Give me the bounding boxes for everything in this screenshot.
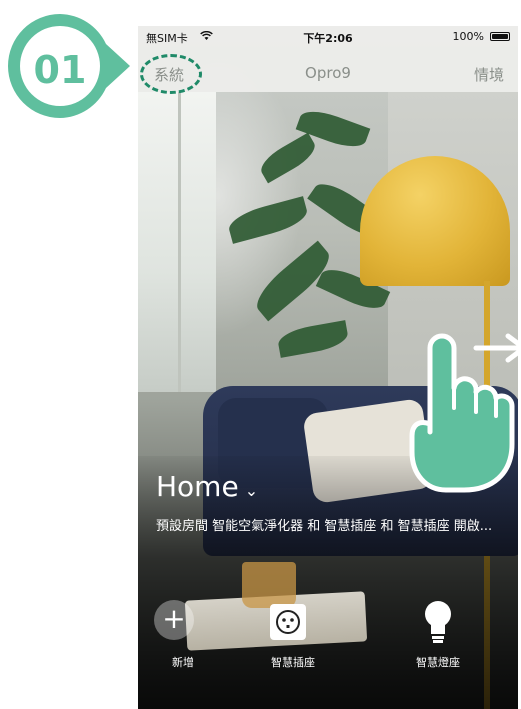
smart-plug-icon xyxy=(270,604,306,640)
chevron-down-icon: ⌄ xyxy=(244,481,259,500)
home-description: 預設房間 智能空氣淨化器 和 智慧插座 和 智慧插座 開啟... xyxy=(156,519,493,534)
window-background xyxy=(138,92,216,392)
nav-bar: 無SIM卡 下午2:06 100% 系統 Opro9 情境 xyxy=(138,26,518,94)
battery-fill xyxy=(492,34,508,39)
swipe-gesture xyxy=(406,324,518,498)
battery-text: 100% xyxy=(452,30,484,43)
arrow-right-icon xyxy=(473,333,518,363)
lightbulb-icon xyxy=(425,601,451,643)
step-number: 01 xyxy=(33,48,87,92)
nav-title: Opro9 xyxy=(305,64,351,82)
add-device-button[interactable]: + 新增 xyxy=(138,596,228,670)
scenes-button[interactable]: 情境 xyxy=(474,64,504,85)
plant-leaf xyxy=(256,132,320,184)
device-smart-plug[interactable]: 智慧插座 xyxy=(248,596,338,670)
plant-leaf xyxy=(276,320,350,358)
status-bar: 無SIM卡 下午2:06 100% xyxy=(138,26,518,48)
home-title: Home xyxy=(156,470,239,503)
home-room-selector[interactable]: Home ⌄ xyxy=(156,470,258,503)
battery-icon xyxy=(490,32,510,41)
device-label: 新增 xyxy=(172,656,194,669)
plus-icon: + xyxy=(154,600,194,640)
step-badge: 01 xyxy=(6,8,130,132)
plant-leaf xyxy=(225,196,311,244)
device-label: 智慧插座 xyxy=(271,656,315,669)
window-frame xyxy=(178,92,181,392)
device-label: 智慧燈座 xyxy=(416,656,460,669)
phone-screen: 無SIM卡 下午2:06 100% 系統 Opro9 情境 Home ⌄ 預設房間… xyxy=(138,26,518,709)
device-smart-bulb[interactable]: 智慧燈座 xyxy=(393,596,483,670)
